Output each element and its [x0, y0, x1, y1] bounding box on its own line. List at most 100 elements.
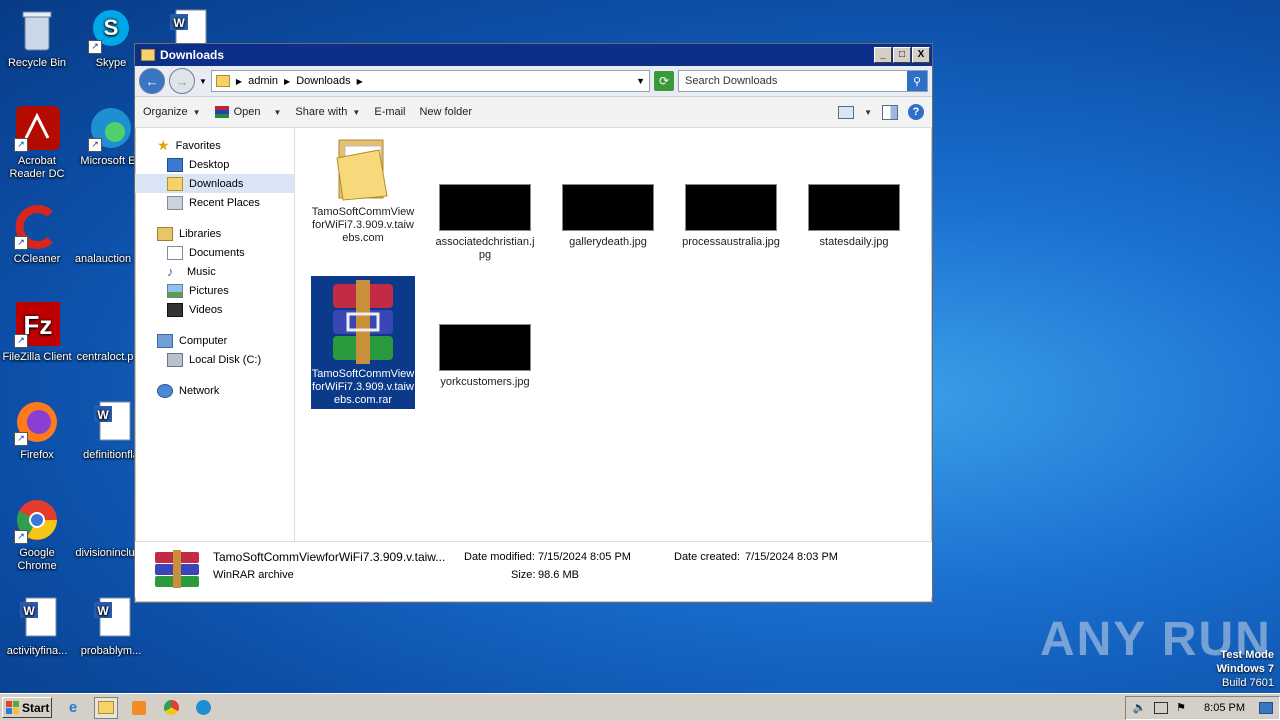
nav-recent-places[interactable]: Recent Places [135, 193, 294, 212]
address-dropdown-icon[interactable]: ▼ [636, 76, 645, 86]
breadcrumb-separator-icon[interactable]: ▶ [357, 77, 363, 86]
chrome-taskbar-icon[interactable] [160, 698, 182, 718]
shortcut-arrow-icon: ↗ [88, 40, 102, 54]
image-thumbnail [562, 184, 654, 231]
nav-pictures[interactable]: Pictures [135, 281, 294, 300]
search-input[interactable]: Search Downloads ⚲ [678, 70, 928, 92]
help-icon[interactable]: ? [908, 104, 924, 120]
file-item-rar-selected[interactable]: TamoSoftCommViewforWiFi7.3.909.v.taiwebs… [311, 276, 415, 409]
nav-videos[interactable]: Videos [135, 300, 294, 319]
open-label: Open [233, 106, 261, 118]
address-field[interactable]: ▶ admin ▶ Downloads ▶ ▼ [210, 70, 650, 92]
volume-icon[interactable]: 🔈 [1132, 701, 1146, 714]
nav-downloads[interactable]: Downloads [135, 174, 294, 193]
local-disk-icon [167, 352, 183, 367]
folder-icon [333, 136, 393, 202]
nav-computer[interactable]: Computer [135, 331, 294, 350]
skype-icon: S ↗ [88, 8, 134, 54]
nav-desktop[interactable]: Desktop [135, 155, 294, 174]
computer-icon [157, 333, 173, 348]
action-center-icon[interactable]: ⚑ [1176, 701, 1186, 714]
open-button[interactable]: Open ▼ [214, 106, 281, 118]
desktop-icon-recycle-bin[interactable]: Recycle Bin [0, 8, 74, 70]
breadcrumb-separator-icon[interactable]: ▶ [284, 77, 290, 86]
desktop-icon-acrobat[interactable]: ↗ Acrobat Reader DC [0, 106, 74, 181]
desktop-icon-firefox[interactable]: ↗ Firefox [0, 400, 74, 462]
nav-music[interactable]: ♪ Music [135, 262, 294, 281]
show-desktop-icon[interactable] [1259, 701, 1273, 714]
maximize-button[interactable]: □ [893, 47, 911, 63]
explorer-taskbar-icon[interactable] [94, 696, 118, 719]
file-item-image[interactable]: processaustralia.jpg [679, 184, 783, 249]
shortcut-arrow-icon: ↗ [88, 138, 102, 152]
ccleaner-icon: ↗ [14, 204, 60, 250]
clock[interactable]: 8:05 PM [1204, 702, 1245, 714]
desktop-icon-activityfina[interactable]: W activityfina... [0, 596, 74, 658]
nav-local-disk[interactable]: Local Disk (C:) [135, 350, 294, 369]
internet-explorer-icon[interactable]: e [62, 698, 84, 718]
email-button[interactable]: E-mail [374, 106, 405, 118]
svg-text:W: W [173, 16, 185, 30]
refresh-button[interactable]: ⟳ [654, 71, 674, 91]
nav-network[interactable]: Network [135, 381, 294, 400]
desktop-icon-analauction[interactable]: analauction [66, 204, 140, 266]
chevron-down-icon[interactable]: ▼ [273, 108, 281, 117]
file-name: gallerydeath.jpg [569, 236, 647, 248]
nav-favorites[interactable]: ★ Favorites [135, 136, 294, 155]
nav-documents[interactable]: Documents [135, 243, 294, 262]
videos-icon [167, 302, 183, 317]
windows-version-line: Windows 7 [1216, 663, 1274, 675]
pictures-icon [167, 283, 183, 298]
file-item-folder[interactable]: TamoSoftCommViewforWiFi7.3.909.v.taiwebs… [311, 136, 415, 245]
view-options-icon[interactable] [838, 105, 855, 119]
desktop-icon-label: CCleaner [13, 253, 61, 265]
breadcrumb-downloads[interactable]: Downloads [296, 75, 350, 87]
desktop-icon-ccleaner[interactable]: ↗ CCleaner [0, 204, 74, 266]
share-with-button[interactable]: Share with ▼ [295, 106, 360, 118]
build-line: Build 7601 [1222, 677, 1274, 689]
image-thumbnail [439, 184, 531, 231]
forward-button[interactable]: → [169, 68, 195, 94]
network-tray-icon[interactable] [1154, 701, 1169, 714]
search-icon[interactable]: ⚲ [907, 71, 927, 91]
nav-label: Computer [179, 334, 228, 347]
nav-label: Documents [189, 246, 245, 259]
new-folder-button[interactable]: New folder [419, 106, 472, 118]
file-list: TamoSoftCommViewforWiFi7.3.909.v.taiwebs… [295, 128, 932, 541]
desktop-icon-chrome[interactable]: ↗ Google Chrome [0, 498, 74, 573]
breadcrumb-admin[interactable]: admin [248, 75, 278, 87]
desktop-icon-probablym[interactable]: W probablym... [74, 596, 148, 658]
title-bar[interactable]: Downloads _ □ X [135, 44, 932, 66]
nav-label: Downloads [189, 177, 244, 190]
chevron-down-icon[interactable]: ▼ [864, 108, 872, 117]
organize-label: Organize [143, 106, 188, 118]
close-button[interactable]: X [912, 47, 930, 63]
command-bar: Organize ▼ Open ▼ Share with ▼ E-mail Ne… [135, 97, 932, 128]
desktop-icon-divisioninclu[interactable]: divisioninclu [68, 498, 142, 560]
recent-pages-dropdown[interactable]: ▼ [199, 77, 207, 86]
word-document-icon: W [14, 596, 60, 642]
size-label: Size: [511, 569, 536, 581]
organize-button[interactable]: Organize ▼ [143, 106, 201, 118]
file-item-image[interactable]: statesdaily.jpg [802, 184, 906, 249]
nav-libraries[interactable]: Libraries [135, 224, 294, 243]
navigation-pane: ★ Favorites Desktop Downloads Recent Pla… [135, 128, 295, 541]
back-button[interactable]: ← [139, 68, 165, 94]
size-value: 98.6 MB [538, 569, 579, 581]
window-title: Downloads [160, 48, 225, 62]
minimize-button[interactable]: _ [874, 47, 892, 63]
desktop-icon-centraloct[interactable]: centraloct.p [68, 302, 142, 364]
file-item-image[interactable]: gallerydeath.jpg [556, 184, 660, 249]
file-name: statesdaily.jpg [819, 236, 889, 248]
desktop-icon-label: FileZilla Client [2, 351, 72, 363]
media-player-icon[interactable] [128, 698, 150, 718]
preview-pane-icon[interactable] [882, 104, 898, 120]
start-button[interactable]: Start [2, 697, 52, 718]
breadcrumb-separator-icon[interactable]: ▶ [236, 77, 242, 86]
file-item-image[interactable]: yorkcustomers.jpg [433, 324, 537, 389]
file-item-image[interactable]: associatedchristian.jpg [433, 184, 537, 262]
desktop-icon-label: Recycle Bin [7, 57, 67, 69]
desktop-icon-filezilla[interactable]: Fz ↗ FileZilla Client [0, 302, 74, 364]
edge-taskbar-icon[interactable] [192, 698, 214, 718]
winrar-icon [214, 106, 229, 118]
